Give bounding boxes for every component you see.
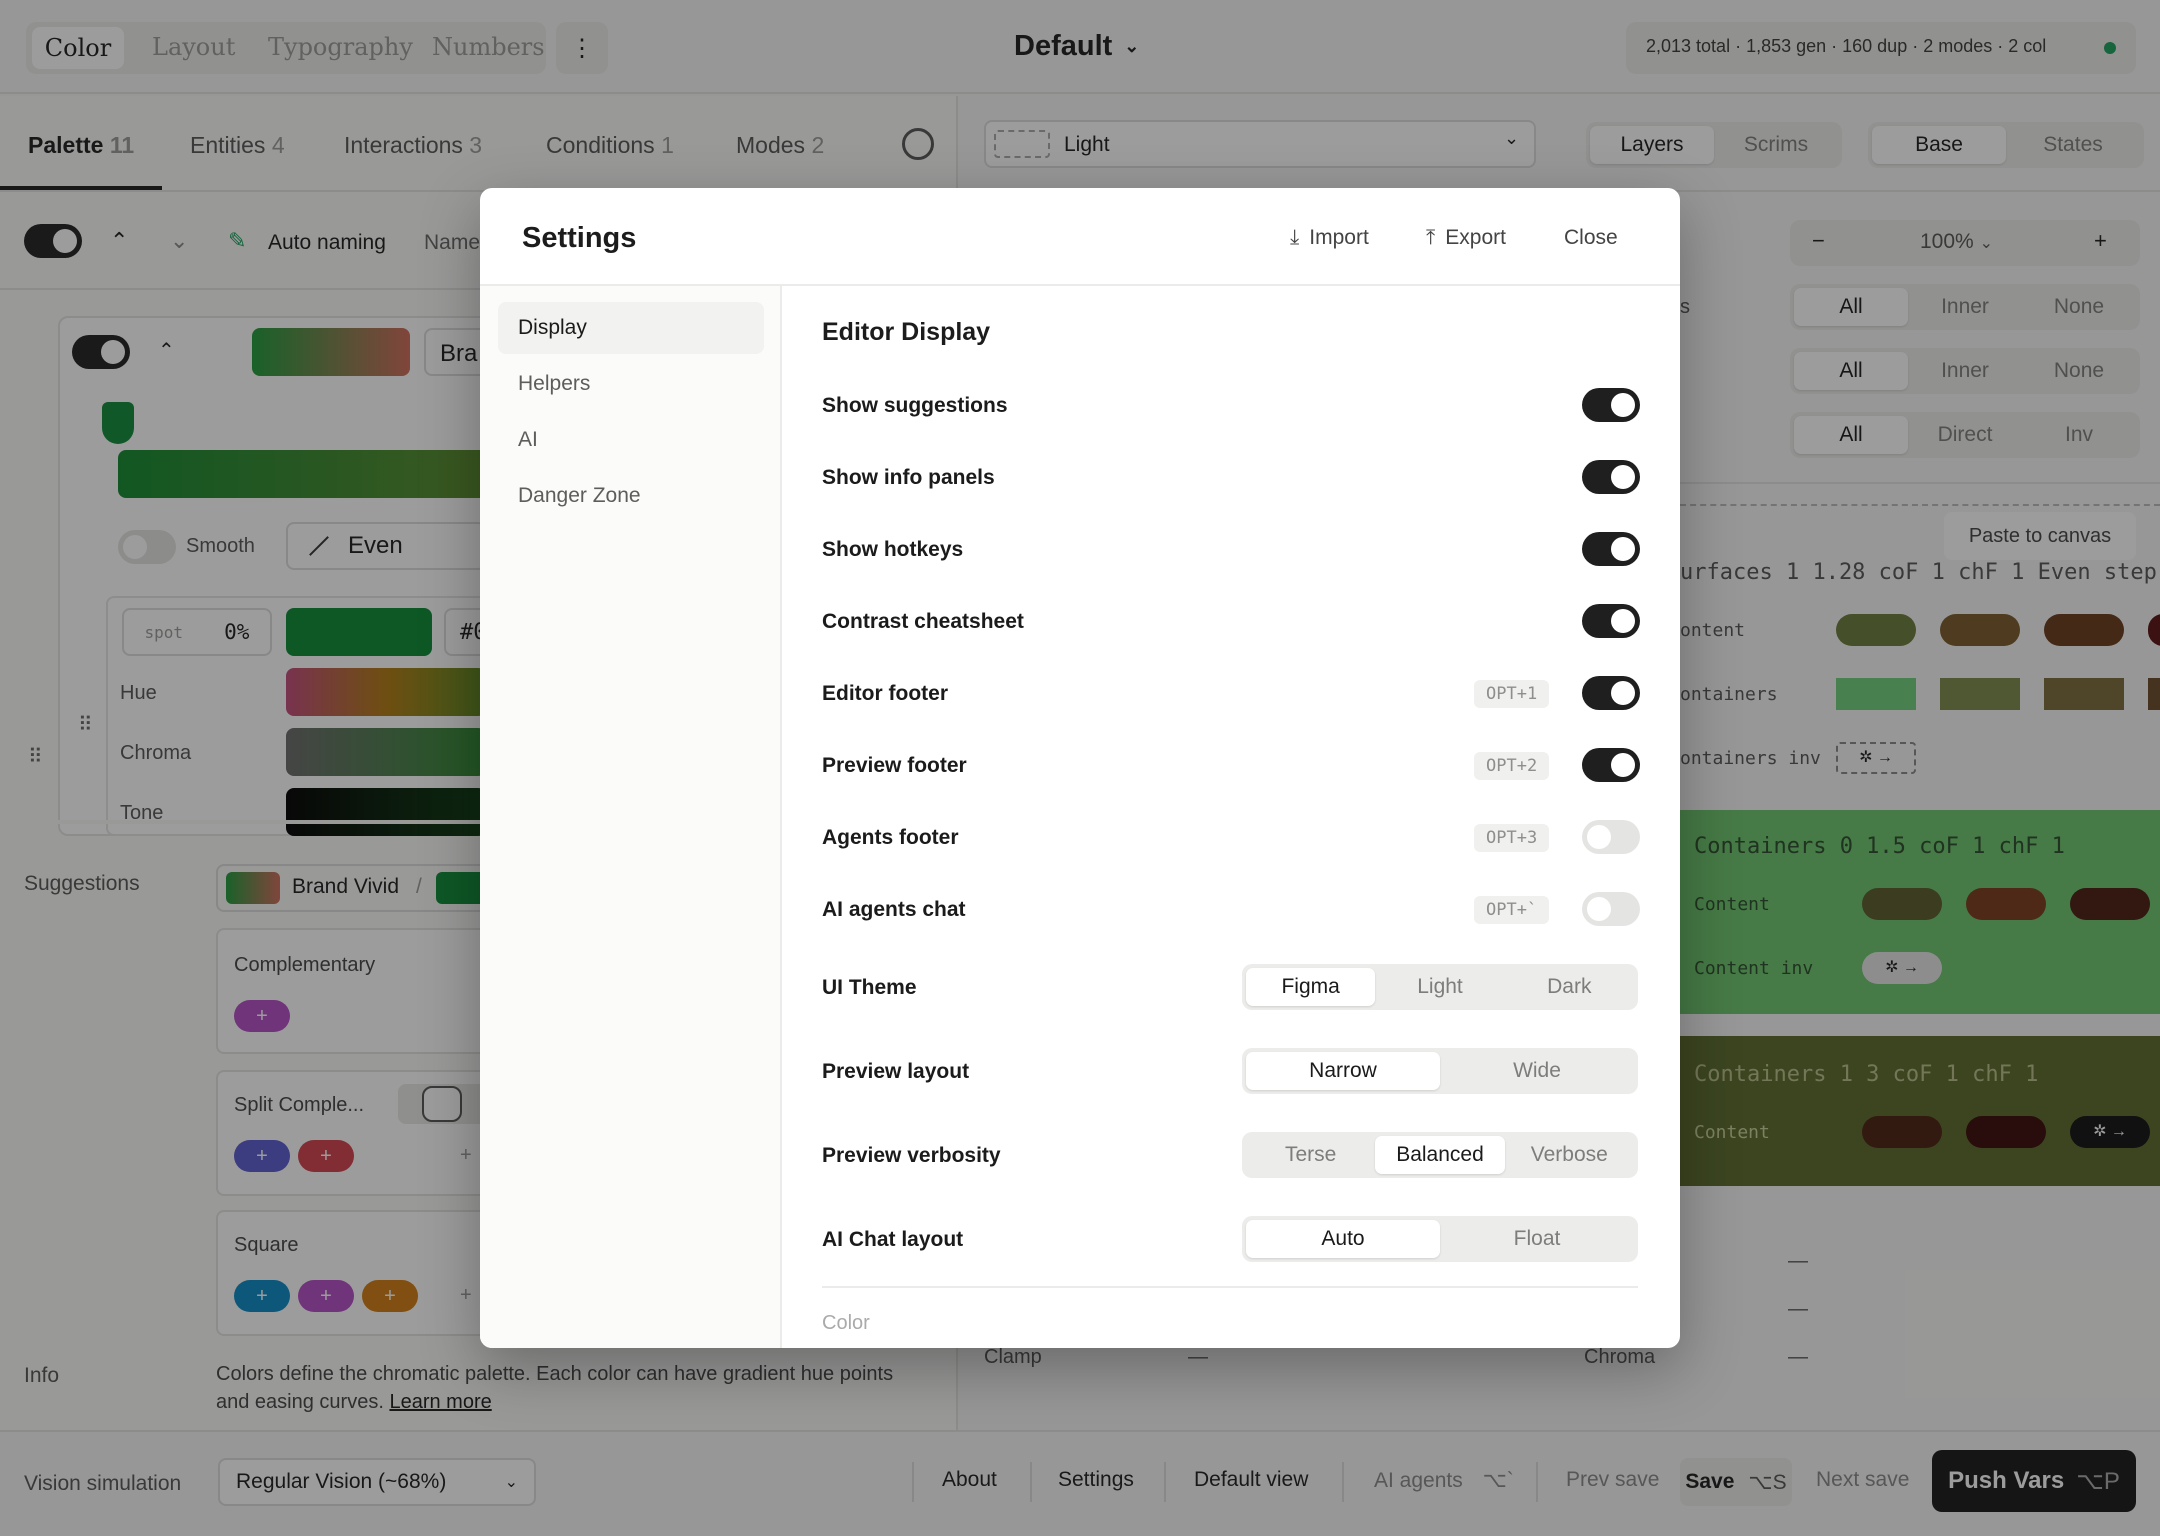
setting-label: Contrast cheatsheet: [822, 610, 1024, 633]
option-balanced[interactable]: Balanced: [1375, 1136, 1505, 1174]
preview-verbosity-segmented: Terse Balanced Verbose: [1242, 1132, 1638, 1178]
show-info-panels-toggle[interactable]: [1582, 460, 1640, 494]
option-auto[interactable]: Auto: [1246, 1220, 1440, 1258]
section-title: Editor Display: [822, 318, 991, 346]
setting-label: UI Theme: [822, 976, 917, 999]
nav-ai[interactable]: AI: [498, 414, 764, 466]
nav-display[interactable]: Display: [498, 302, 764, 354]
setting-label: Preview layout: [822, 1060, 970, 1083]
next-section-title: Color: [822, 1312, 870, 1334]
setting-label: Show info panels: [822, 466, 995, 489]
ai-agents-chat-toggle[interactable]: [1582, 892, 1640, 926]
hotkey-badge: OPT+`: [1474, 896, 1550, 924]
setting-label: Show suggestions: [822, 394, 1008, 417]
show-suggestions-toggle[interactable]: [1582, 388, 1640, 422]
option-narrow[interactable]: Narrow: [1246, 1052, 1440, 1090]
setting-label: Agents footer: [822, 826, 959, 849]
option-wide[interactable]: Wide: [1440, 1052, 1634, 1090]
ui-theme-segmented: Figma Light Dark: [1242, 964, 1638, 1010]
modal-title: Settings: [522, 222, 637, 254]
option-figma[interactable]: Figma: [1246, 968, 1376, 1006]
hotkey-badge: OPT+3: [1474, 824, 1550, 852]
editor-footer-toggle[interactable]: [1582, 676, 1640, 710]
import-button[interactable]: ⤓ Import: [1290, 226, 1369, 250]
option-float[interactable]: Float: [1440, 1220, 1634, 1258]
preview-layout-segmented: Narrow Wide: [1242, 1048, 1638, 1094]
setting-label: Preview footer: [822, 754, 967, 777]
hotkey-badge: OPT+1: [1474, 680, 1550, 708]
preview-footer-toggle[interactable]: [1582, 748, 1640, 782]
setting-label: AI agents chat: [822, 898, 966, 921]
option-dark[interactable]: Dark: [1505, 968, 1634, 1006]
setting-label: Preview verbosity: [822, 1144, 1001, 1167]
upload-icon: ⤒: [1426, 226, 1436, 249]
content-divider: [822, 1286, 1638, 1288]
setting-label: Show hotkeys: [822, 538, 964, 561]
nav-danger-zone[interactable]: Danger Zone: [498, 470, 764, 522]
ai-chat-layout-segmented: Auto Float: [1242, 1216, 1638, 1262]
nav-helpers[interactable]: Helpers: [498, 358, 764, 410]
download-icon: ⤓: [1290, 226, 1300, 249]
agents-footer-toggle[interactable]: [1582, 820, 1640, 854]
hotkey-badge: OPT+2: [1474, 752, 1550, 780]
close-button[interactable]: Close: [1564, 226, 1618, 250]
settings-modal: Settings ⤓ Import ⤒ Export Close Display H…: [480, 188, 1680, 1348]
option-light[interactable]: Light: [1375, 968, 1504, 1006]
option-terse[interactable]: Terse: [1246, 1136, 1375, 1174]
contrast-cheatsheet-toggle[interactable]: [1582, 604, 1640, 638]
show-hotkeys-toggle[interactable]: [1582, 532, 1640, 566]
setting-label: AI Chat layout: [822, 1228, 964, 1251]
setting-label: Editor footer: [822, 682, 948, 705]
option-verbose[interactable]: Verbose: [1505, 1136, 1634, 1174]
export-button[interactable]: ⤒ Export: [1426, 226, 1506, 250]
